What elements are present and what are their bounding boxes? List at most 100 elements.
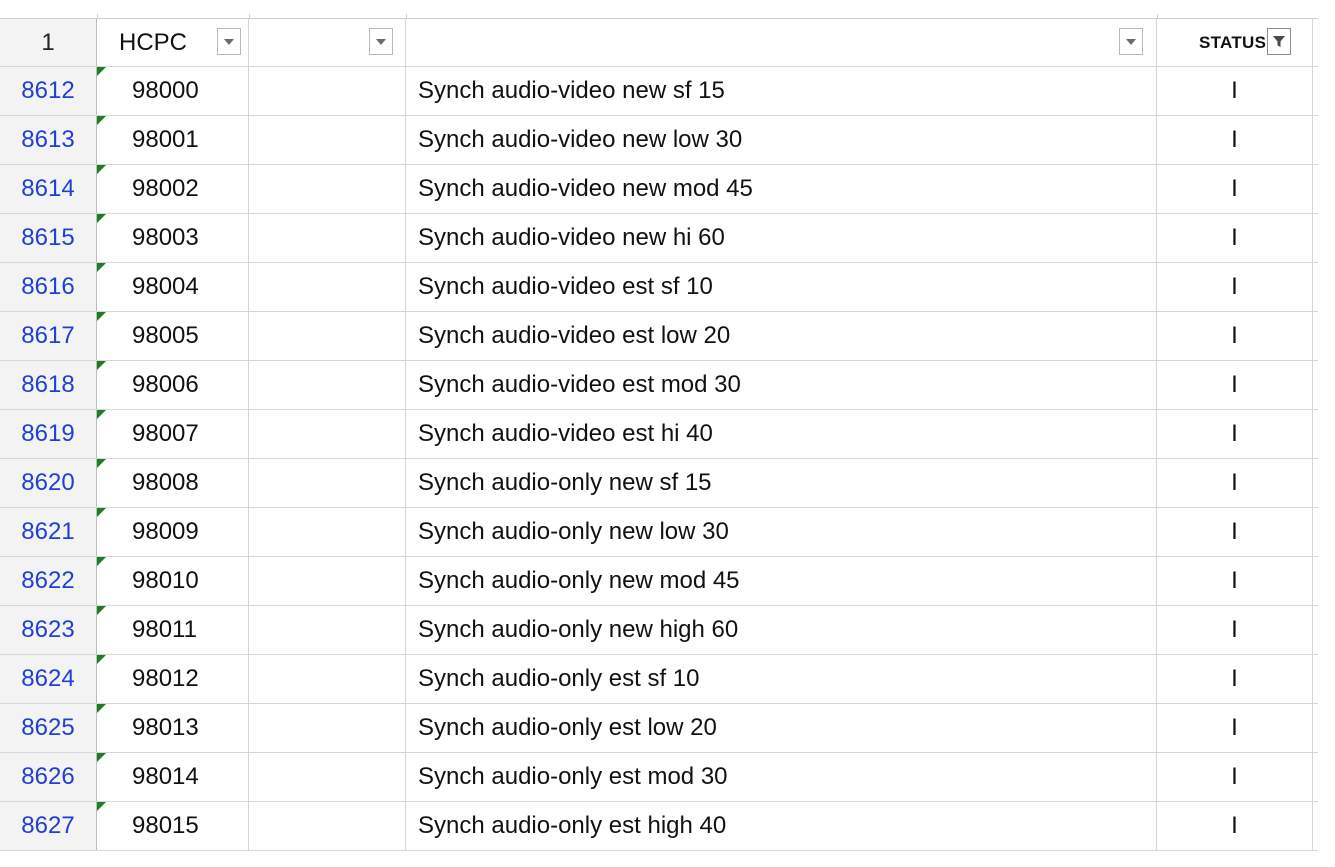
status-filter-active-button[interactable] xyxy=(1267,28,1291,55)
status-cell[interactable]: I xyxy=(1157,361,1313,409)
error-indicator-icon[interactable] xyxy=(97,116,106,125)
row-number-header[interactable]: 8620 xyxy=(0,459,97,507)
status-cell[interactable]: I xyxy=(1157,410,1313,458)
description-cell[interactable]: Synch audio-only new sf 15 xyxy=(406,459,1157,507)
hcpc-code-cell[interactable]: 98014 xyxy=(97,753,249,801)
empty-cell[interactable] xyxy=(249,263,406,311)
row-number-header[interactable]: 8623 xyxy=(0,606,97,654)
error-indicator-icon[interactable] xyxy=(97,606,106,615)
hcpc-header-cell[interactable]: HCPC xyxy=(97,19,249,66)
error-indicator-icon[interactable] xyxy=(97,704,106,713)
hcpc-code-cell[interactable]: 98013 xyxy=(97,704,249,752)
hcpc-code-cell[interactable]: 98012 xyxy=(97,655,249,703)
status-cell[interactable]: I xyxy=(1157,606,1313,654)
row-number-header[interactable]: 8615 xyxy=(0,214,97,262)
row-number-header[interactable]: 8612 xyxy=(0,67,97,115)
description-cell[interactable]: Synch audio-only est sf 10 xyxy=(406,655,1157,703)
description-cell[interactable]: Synch audio-video est sf 10 xyxy=(406,263,1157,311)
empty-cell[interactable] xyxy=(249,459,406,507)
description-filter-dropdown-button[interactable] xyxy=(1119,28,1143,55)
status-cell[interactable]: I xyxy=(1157,263,1313,311)
column-b-filter-dropdown-button[interactable] xyxy=(369,28,393,55)
empty-cell[interactable] xyxy=(249,704,406,752)
error-indicator-icon[interactable] xyxy=(97,361,106,370)
error-indicator-icon[interactable] xyxy=(97,508,106,517)
status-cell[interactable]: I xyxy=(1157,214,1313,262)
row-number-header[interactable]: 8625 xyxy=(0,704,97,752)
status-cell[interactable]: I xyxy=(1157,459,1313,507)
empty-cell[interactable] xyxy=(249,361,406,409)
row-number-header[interactable]: 8617 xyxy=(0,312,97,360)
description-cell[interactable]: Synch audio-video new hi 60 xyxy=(406,214,1157,262)
empty-cell[interactable] xyxy=(249,312,406,360)
hcpc-code-cell[interactable]: 98015 xyxy=(97,802,249,850)
error-indicator-icon[interactable] xyxy=(97,410,106,419)
row-number-header[interactable]: 8621 xyxy=(0,508,97,556)
row-header-1[interactable]: 1 xyxy=(0,19,97,66)
description-cell[interactable]: Synch audio-video new low 30 xyxy=(406,116,1157,164)
error-indicator-icon[interactable] xyxy=(97,214,106,223)
description-cell[interactable]: Synch audio-only est mod 30 xyxy=(406,753,1157,801)
error-indicator-icon[interactable] xyxy=(97,753,106,762)
column-b-header-cell[interactable] xyxy=(249,19,406,66)
status-cell[interactable]: I xyxy=(1157,802,1313,850)
description-cell[interactable]: Synch audio-only new low 30 xyxy=(406,508,1157,556)
row-number-header[interactable]: 8626 xyxy=(0,753,97,801)
empty-cell[interactable] xyxy=(249,165,406,213)
description-cell[interactable]: Synch audio-video new sf 15 xyxy=(406,67,1157,115)
error-indicator-icon[interactable] xyxy=(97,557,106,566)
row-number-header[interactable]: 8616 xyxy=(0,263,97,311)
row-number-header[interactable]: 8622 xyxy=(0,557,97,605)
hcpc-code-cell[interactable]: 98002 xyxy=(97,165,249,213)
empty-cell[interactable] xyxy=(249,655,406,703)
empty-cell[interactable] xyxy=(249,557,406,605)
empty-cell[interactable] xyxy=(249,753,406,801)
hcpc-code-cell[interactable]: 98005 xyxy=(97,312,249,360)
row-number-header[interactable]: 8613 xyxy=(0,116,97,164)
error-indicator-icon[interactable] xyxy=(97,67,106,76)
status-cell[interactable]: I xyxy=(1157,655,1313,703)
empty-cell[interactable] xyxy=(249,214,406,262)
hcpc-filter-dropdown-button[interactable] xyxy=(217,28,241,55)
status-cell[interactable]: I xyxy=(1157,704,1313,752)
description-cell[interactable]: Synch audio-video new mod 45 xyxy=(406,165,1157,213)
hcpc-code-cell[interactable]: 98003 xyxy=(97,214,249,262)
row-number-header[interactable]: 8627 xyxy=(0,802,97,850)
error-indicator-icon[interactable] xyxy=(97,459,106,468)
status-cell[interactable]: I xyxy=(1157,508,1313,556)
description-cell[interactable]: Synch audio-video est mod 30 xyxy=(406,361,1157,409)
empty-cell[interactable] xyxy=(249,67,406,115)
hcpc-code-cell[interactable]: 98009 xyxy=(97,508,249,556)
error-indicator-icon[interactable] xyxy=(97,802,106,811)
description-cell[interactable]: Synch audio-video est low 20 xyxy=(406,312,1157,360)
empty-cell[interactable] xyxy=(249,802,406,850)
hcpc-code-cell[interactable]: 98001 xyxy=(97,116,249,164)
description-cell[interactable]: Synch audio-only est low 20 xyxy=(406,704,1157,752)
description-cell[interactable]: Synch audio-only new mod 45 xyxy=(406,557,1157,605)
status-cell[interactable]: I xyxy=(1157,116,1313,164)
status-cell[interactable]: I xyxy=(1157,753,1313,801)
hcpc-code-cell[interactable]: 98000 xyxy=(97,67,249,115)
status-cell[interactable]: I xyxy=(1157,67,1313,115)
description-cell[interactable]: Synch audio-only est high 40 xyxy=(406,802,1157,850)
status-cell[interactable]: I xyxy=(1157,165,1313,213)
status-cell[interactable]: I xyxy=(1157,557,1313,605)
hcpc-code-cell[interactable]: 98010 xyxy=(97,557,249,605)
description-cell[interactable]: Synch audio-only new high 60 xyxy=(406,606,1157,654)
empty-cell[interactable] xyxy=(249,116,406,164)
row-number-header[interactable]: 8614 xyxy=(0,165,97,213)
description-header-cell[interactable] xyxy=(406,19,1157,66)
empty-cell[interactable] xyxy=(249,410,406,458)
status-header-cell[interactable]: STATUS xyxy=(1157,19,1313,66)
empty-cell[interactable] xyxy=(249,606,406,654)
error-indicator-icon[interactable] xyxy=(97,312,106,321)
row-number-header[interactable]: 8624 xyxy=(0,655,97,703)
error-indicator-icon[interactable] xyxy=(97,655,106,664)
hcpc-code-cell[interactable]: 98006 xyxy=(97,361,249,409)
hcpc-code-cell[interactable]: 98007 xyxy=(97,410,249,458)
error-indicator-icon[interactable] xyxy=(97,165,106,174)
description-cell[interactable]: Synch audio-video est hi 40 xyxy=(406,410,1157,458)
hcpc-code-cell[interactable]: 98004 xyxy=(97,263,249,311)
status-cell[interactable]: I xyxy=(1157,312,1313,360)
row-number-header[interactable]: 8618 xyxy=(0,361,97,409)
